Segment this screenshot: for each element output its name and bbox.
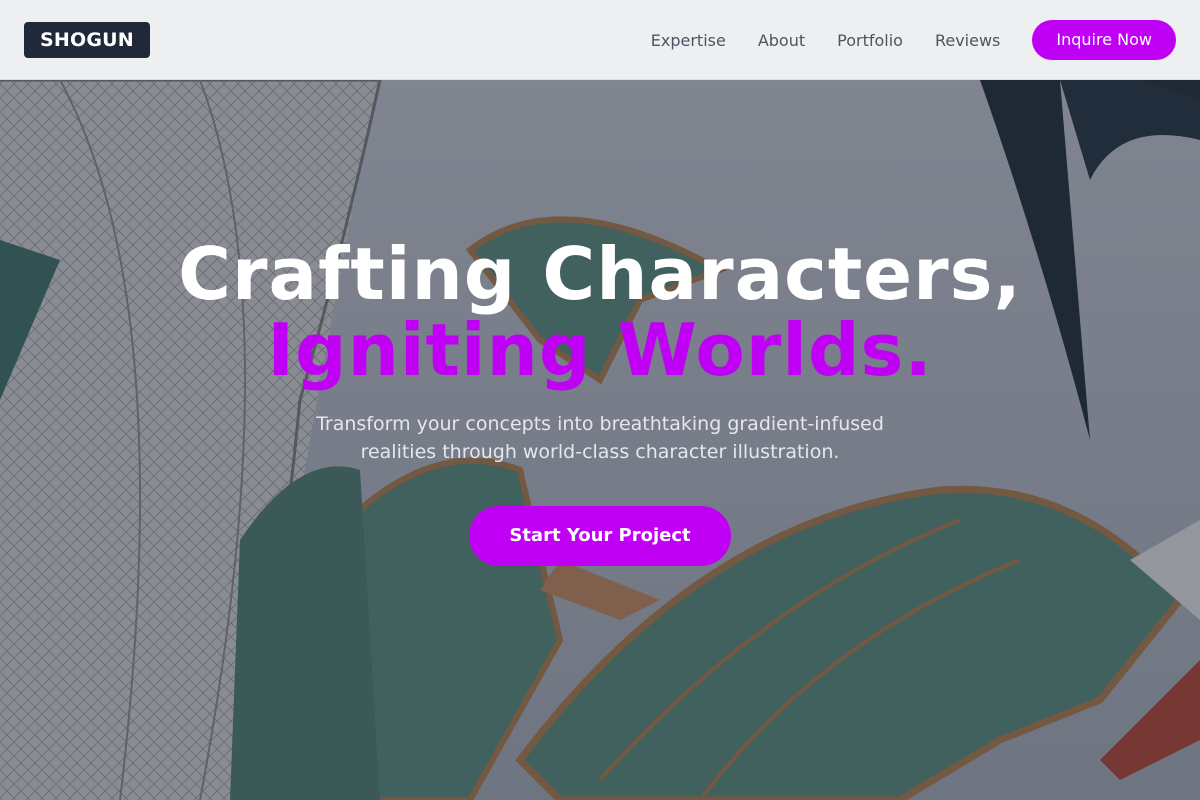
page: SHOGUN Expertise About Portfolio Reviews… (0, 0, 1200, 800)
main-nav: Expertise About Portfolio Reviews Inquir… (651, 20, 1176, 60)
hero-headline-line1: Crafting Characters, (178, 232, 1022, 316)
start-project-button[interactable]: Start Your Project (469, 506, 731, 566)
logo[interactable]: SHOGUN (24, 22, 150, 58)
nav-link-portfolio[interactable]: Portfolio (837, 31, 903, 50)
hero-headline-line2: Igniting Worlds. (267, 308, 933, 392)
hero-subtitle: Transform your concepts into breathtakin… (316, 413, 884, 463)
nav-link-reviews[interactable]: Reviews (935, 31, 1000, 50)
nav-link-about[interactable]: About (758, 31, 805, 50)
hero-content: Crafting Characters, Igniting Worlds. Tr… (0, 232, 1200, 566)
inquire-now-button[interactable]: Inquire Now (1032, 20, 1176, 60)
site-header: SHOGUN Expertise About Portfolio Reviews… (0, 0, 1200, 80)
nav-link-expertise[interactable]: Expertise (651, 31, 726, 50)
